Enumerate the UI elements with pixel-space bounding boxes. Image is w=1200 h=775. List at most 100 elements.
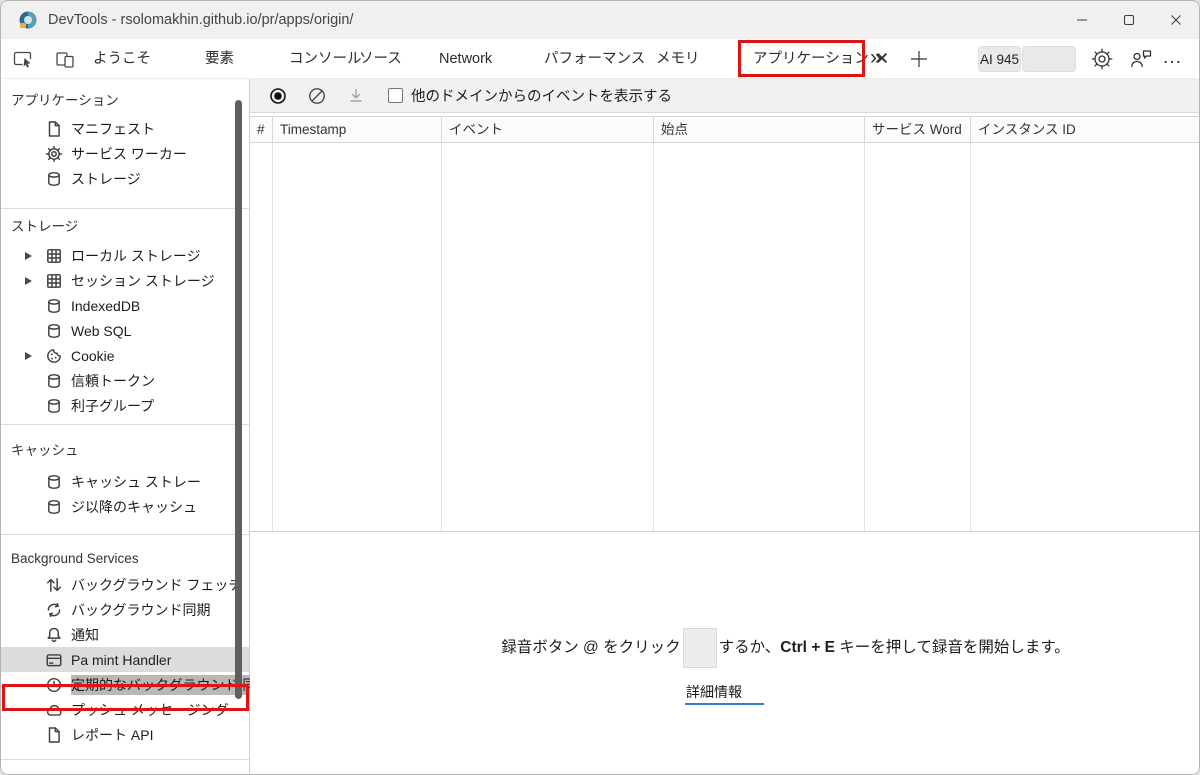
tab-elements[interactable]: 要素 bbox=[205, 39, 234, 79]
sidebar-item-label: ジ以降のキャッシュ bbox=[71, 498, 197, 515]
clock-icon bbox=[46, 677, 62, 692]
show-other-domains-checkbox[interactable] bbox=[388, 88, 403, 103]
sidebar-item-trust-tokens[interactable]: 信頼トークン bbox=[1, 368, 249, 393]
save-events-button[interactable] bbox=[347, 87, 365, 105]
sidebar-item-label: キャッシュ ストレー bbox=[71, 473, 201, 490]
cookie-icon bbox=[47, 348, 61, 363]
ai-badge[interactable]: AI 945 bbox=[978, 46, 1021, 72]
sidebar-item-periodic-background-sync[interactable]: 定期的なバックグラウンド 同期 bbox=[1, 672, 271, 697]
message-part: 録音ボタン @ をクリック bbox=[501, 639, 681, 657]
background-fetch-icon bbox=[46, 577, 62, 592]
learn-more-link[interactable]: 詳細情報 bbox=[685, 684, 764, 705]
settings-button[interactable] bbox=[1090, 47, 1114, 71]
sidebar-item-back-forward-cache[interactable]: ジ以降のキャッシュ bbox=[1, 494, 249, 519]
device-toolbar-button[interactable] bbox=[54, 48, 76, 70]
column-header-timestamp[interactable]: Timestamp bbox=[273, 117, 442, 142]
feedback-button[interactable] bbox=[1129, 47, 1153, 71]
blank-badge bbox=[1022, 46, 1076, 72]
empty-state-pane: 録音ボタン @ をクリック するか、Ctrl + E キーを押して録音を開始します… bbox=[250, 532, 1199, 774]
section-title-storage: ストレージ bbox=[11, 219, 79, 234]
tab-performance[interactable]: パフォーマンス bbox=[544, 39, 645, 79]
message-part: するか、 bbox=[718, 639, 781, 657]
column-header-sw-scope[interactable]: サービス Word bbox=[865, 117, 971, 142]
sidebar-item-label: サービス ワーカー bbox=[71, 145, 187, 162]
maximize-button[interactable] bbox=[1105, 1, 1152, 39]
sidebar-item-label: 信頼トークン bbox=[71, 372, 155, 389]
sidebar-item-session-storage[interactable]: セッション ストレージ bbox=[1, 268, 249, 293]
database-icon bbox=[48, 499, 60, 514]
sidebar-item-local-storage[interactable]: ローカル ストレージ bbox=[1, 243, 249, 268]
message-part: キーを押して録音を開始します。 bbox=[834, 639, 1070, 657]
sidebar-item-indexeddb[interactable]: IndexedDB bbox=[1, 293, 249, 318]
sidebar-item-interest-groups[interactable]: 利子グループ bbox=[1, 393, 249, 418]
sidebar-item-label: ローカル ストレージ bbox=[71, 247, 201, 264]
tab-sources[interactable]: ソース bbox=[359, 39, 402, 79]
sidebar-item-cache-storage[interactable]: キャッシュ ストレー bbox=[1, 469, 249, 494]
sync-icon bbox=[47, 602, 61, 617]
sidebar-item-storage[interactable]: ストレージ bbox=[1, 166, 249, 191]
show-other-domains-label: 他のドメインからのイベントを表示する bbox=[411, 89, 672, 105]
column-header-event[interactable]: イベント bbox=[442, 117, 654, 142]
record-button[interactable] bbox=[269, 87, 287, 105]
gear-icon bbox=[45, 145, 63, 162]
sidebar-item-manifest[interactable]: マニフェスト bbox=[1, 116, 249, 141]
column-header-origin[interactable]: 始点 bbox=[654, 117, 865, 142]
sidebar-item-label: 利子グループ bbox=[71, 397, 155, 414]
sidebar-item-service-workers[interactable]: サービス ワーカー bbox=[1, 141, 249, 166]
tab-welcome[interactable]: ようこそ bbox=[93, 39, 151, 79]
more-options-button[interactable]: … bbox=[1162, 39, 1184, 79]
column-header-instance-id[interactable]: インスタンス ID bbox=[971, 117, 1199, 142]
section-title-application: アプリケーション bbox=[11, 93, 119, 108]
document-icon bbox=[48, 120, 60, 137]
database-icon bbox=[48, 373, 60, 388]
record-icon-placeholder bbox=[682, 628, 717, 668]
sidebar-item-label: Web SQL bbox=[71, 322, 132, 339]
sidebar-item-notifications[interactable]: 通知 bbox=[1, 622, 249, 647]
more-tabs-button[interactable]: » bbox=[870, 39, 882, 79]
sidebar-item-cookies[interactable]: Cookie bbox=[1, 343, 249, 368]
tab-console[interactable]: コンソール bbox=[289, 39, 362, 79]
tab-application-label: アプリケーション bbox=[753, 51, 869, 67]
events-table-header: # Timestamp イベント 始点 サービス Word インスタンス ID bbox=[250, 116, 1199, 143]
events-table-body bbox=[250, 143, 1199, 532]
devtools-logo-icon bbox=[19, 11, 37, 29]
bell-icon bbox=[47, 627, 61, 642]
sidebar-item-background-sync[interactable]: バックグラウンド同期 bbox=[1, 597, 249, 622]
panel-toolbar: 他のドメインからのイベントを表示する bbox=[250, 79, 1199, 113]
titlebar: DevTools - rsolomakhin.github.io/pr/apps… bbox=[1, 1, 1199, 39]
sidebar-item-reporting-api[interactable]: レポート API bbox=[1, 722, 249, 747]
minimize-button[interactable] bbox=[1058, 1, 1105, 39]
database-icon bbox=[48, 298, 60, 313]
devtools-window: DevTools - rsolomakhin.github.io/pr/apps… bbox=[0, 0, 1200, 775]
sidebar-item-label: バックグラウンド同期 bbox=[71, 601, 211, 618]
clear-button[interactable] bbox=[308, 87, 326, 105]
cloud-icon bbox=[46, 704, 62, 716]
sidebar-item-web-sql[interactable]: Web SQL bbox=[1, 318, 249, 343]
sidebar-item-label: レポート API bbox=[71, 726, 154, 743]
sidebar-item-label: プッシュ メッセージング bbox=[71, 701, 229, 718]
column-header-number[interactable]: # bbox=[250, 117, 273, 142]
close-button[interactable] bbox=[1152, 1, 1199, 39]
inspect-element-button[interactable] bbox=[13, 48, 35, 70]
database-icon bbox=[48, 474, 60, 489]
window-title: DevTools - rsolomakhin.github.io/pr/apps… bbox=[48, 12, 354, 28]
sidebar-item-payment-handler[interactable]: Pa mint Handler bbox=[1, 647, 249, 672]
tab-memory[interactable]: メモリ bbox=[656, 39, 700, 79]
inspect-icon bbox=[13, 51, 32, 68]
sidebar-scrollbar[interactable] bbox=[235, 100, 242, 699]
expand-arrow-icon[interactable] bbox=[25, 352, 32, 360]
sidebar-item-label: バックグラウンド フェッチ bbox=[71, 576, 243, 593]
expand-arrow-icon[interactable] bbox=[25, 277, 32, 285]
feedback-icon bbox=[1131, 50, 1152, 68]
document-icon bbox=[48, 726, 60, 743]
expand-arrow-icon[interactable] bbox=[25, 252, 32, 260]
sidebar-item-label: 通知 bbox=[71, 626, 99, 643]
table-icon bbox=[47, 248, 61, 263]
database-icon bbox=[48, 171, 60, 186]
add-tab-button[interactable] bbox=[908, 48, 930, 70]
tab-application[interactable]: アプリケーション bbox=[753, 39, 887, 79]
sidebar-item-push-messaging[interactable]: プッシュ メッセージング bbox=[1, 697, 249, 722]
tab-network[interactable]: Network bbox=[439, 39, 492, 79]
sidebar-item-label: Cookie bbox=[71, 347, 115, 364]
sidebar-item-background-fetch[interactable]: バックグラウンド フェッチ bbox=[1, 572, 249, 597]
